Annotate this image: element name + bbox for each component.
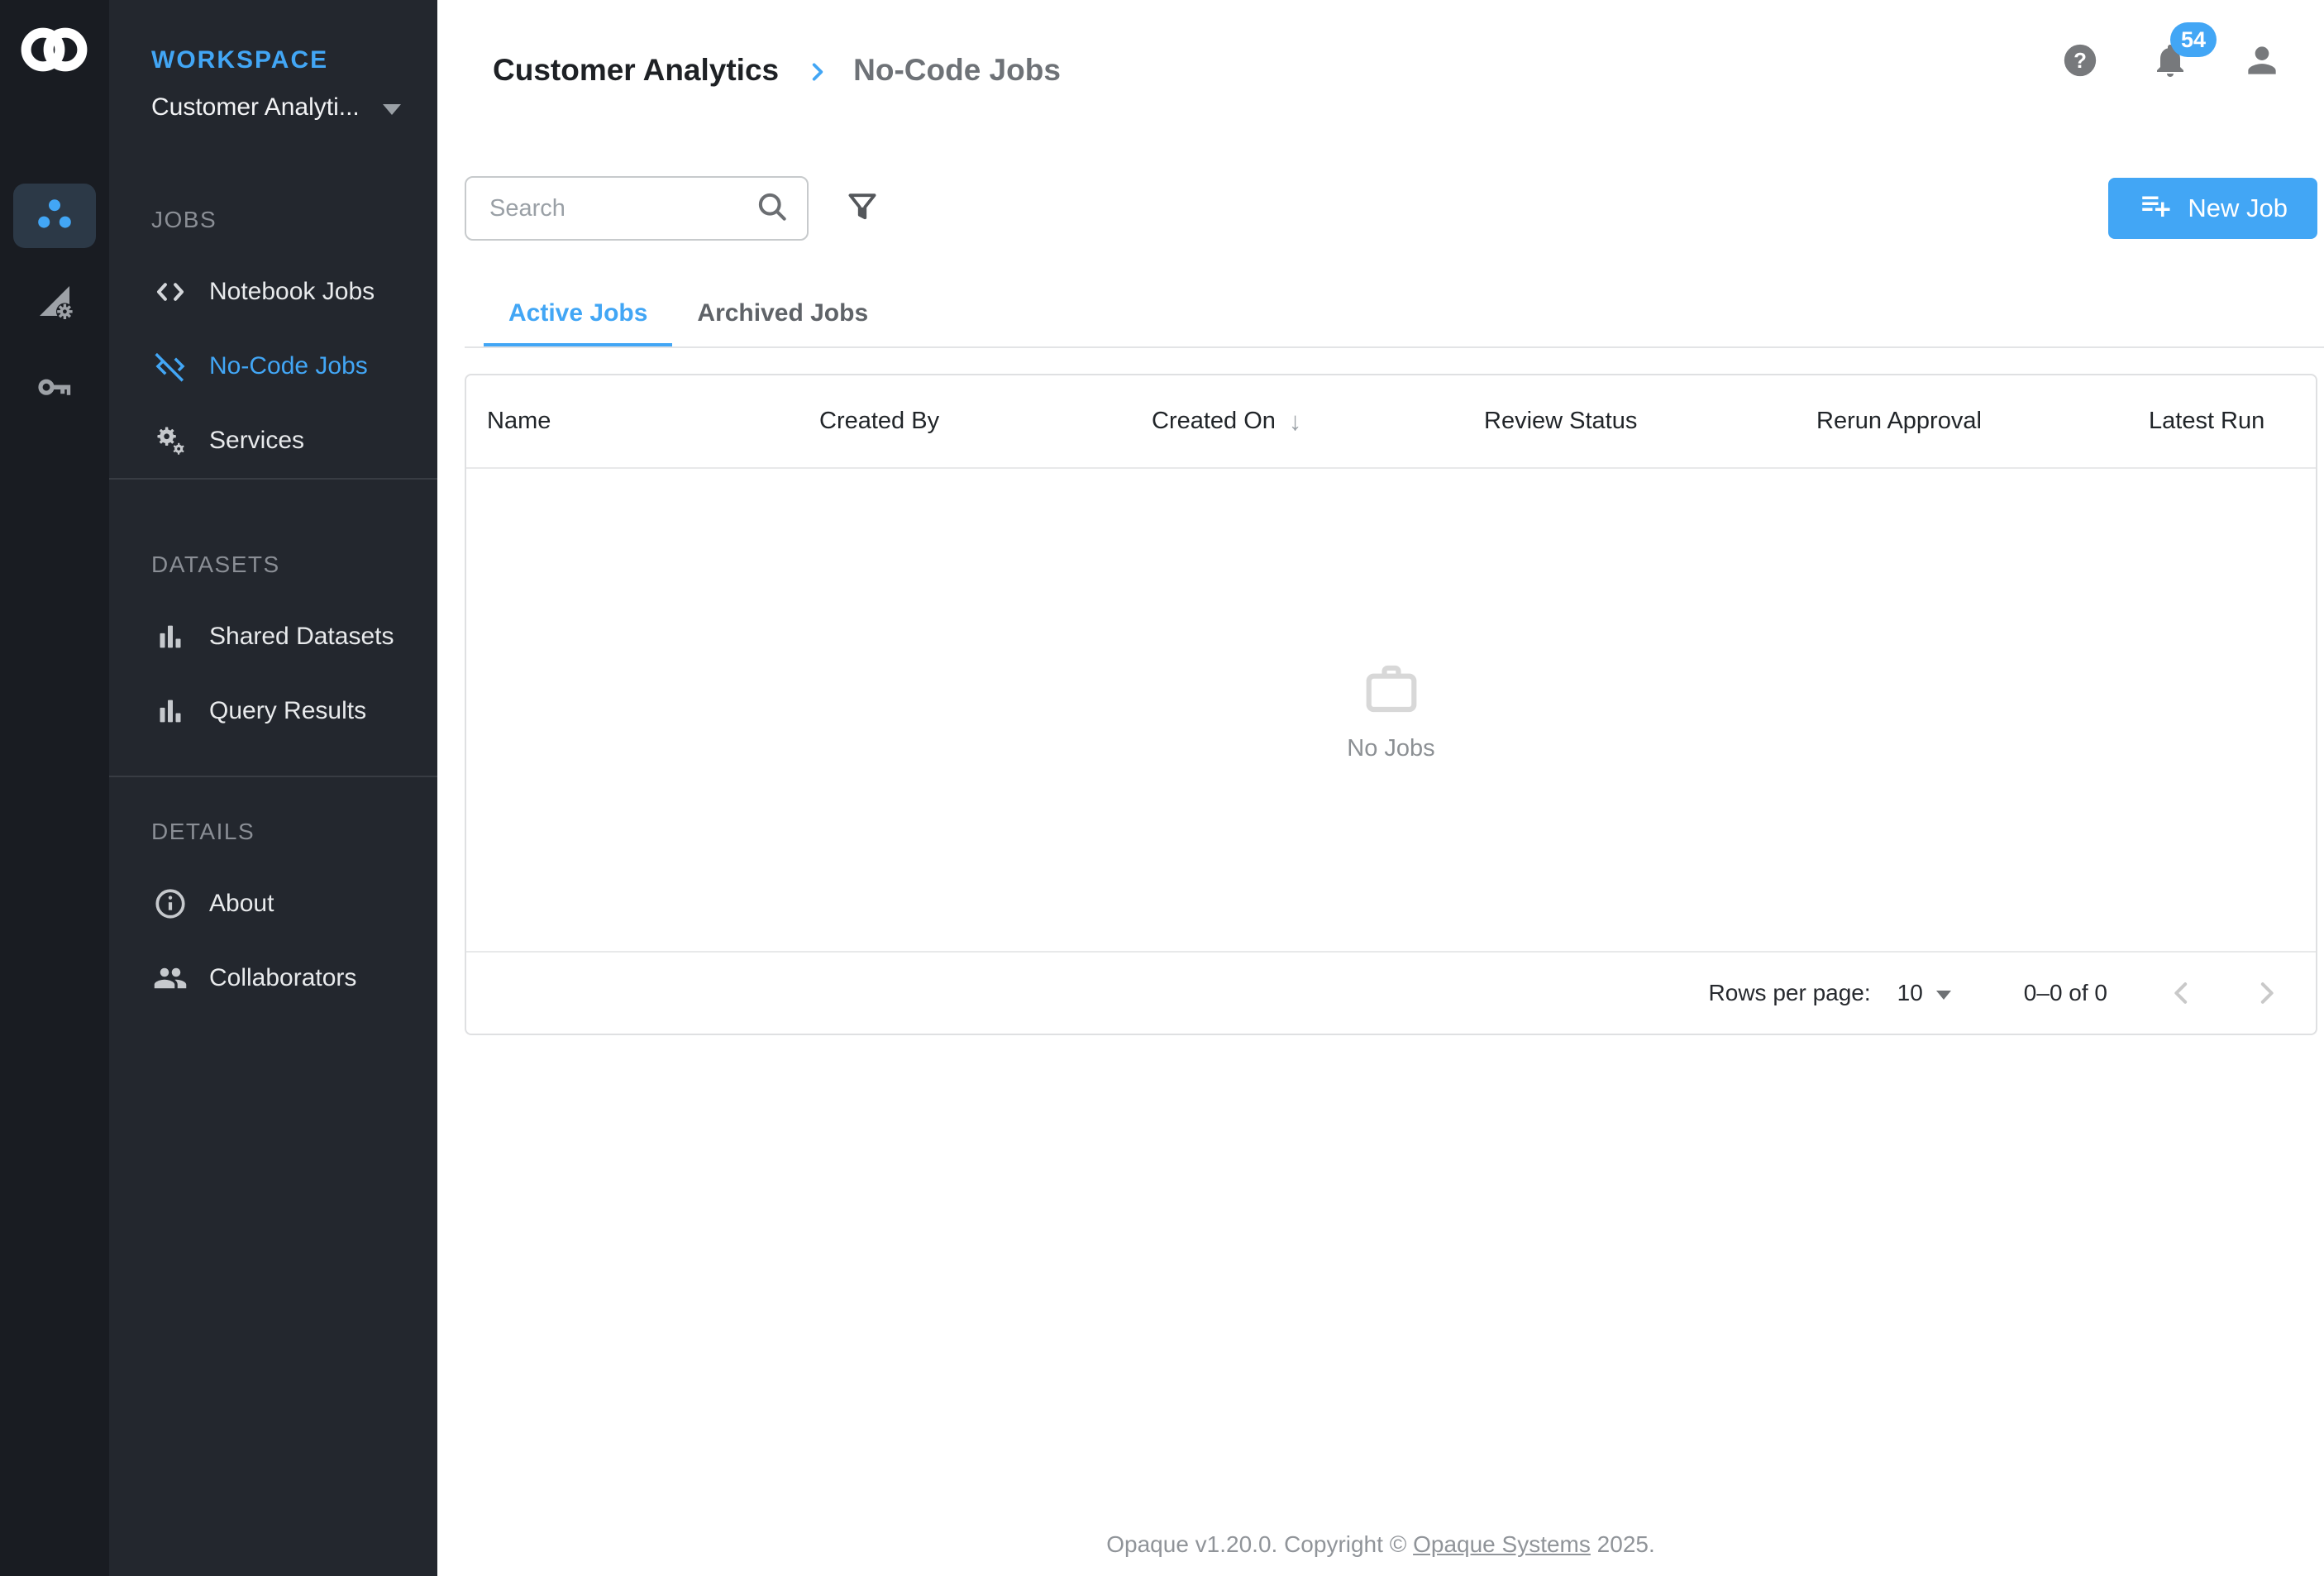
breadcrumb-workspace[interactable]: Customer Analytics (493, 53, 779, 88)
search-input[interactable] (489, 195, 754, 222)
help-icon: ? (2061, 41, 2099, 84)
tabs-divider (465, 346, 2324, 348)
main-content: Customer Analytics No-Code Jobs ? (437, 0, 2324, 1576)
workspaces-icon (35, 194, 74, 238)
notification-badge: 54 (2170, 22, 2217, 57)
jobs-table: Name Created By Created On ↓ Review Stat… (465, 374, 2317, 1035)
empty-state-text: No Jobs (1347, 735, 1434, 762)
section-title-jobs: JOBS (151, 207, 413, 236)
filter-button[interactable] (843, 188, 881, 230)
workspace-selector[interactable]: Customer Analyti... (151, 91, 413, 124)
table-header-row: Name Created By Created On ↓ Review Stat… (466, 375, 2316, 469)
top-right-actions: ? 54 (2061, 40, 2283, 85)
tab-active-jobs[interactable]: Active Jobs (484, 278, 672, 348)
network-settings-icon (35, 281, 74, 325)
chevron-down-icon (383, 104, 401, 115)
bar-chart-icon (151, 695, 189, 728)
sidebar-section-details: DETAILS About (109, 776, 437, 1015)
person-icon (2241, 40, 2283, 85)
footer-text: Opaque v1.20.0. Copyright © (1106, 1531, 1413, 1557)
breadcrumb: Customer Analytics No-Code Jobs (493, 53, 1061, 88)
sidebar-item-shared-datasets[interactable]: Shared Datasets (151, 599, 413, 674)
filter-icon (843, 188, 881, 230)
code-off-icon (151, 349, 189, 384)
sidebar-item-collaborators[interactable]: Collaborators (151, 941, 413, 1015)
search-icon[interactable] (754, 189, 790, 229)
sidebar-section-jobs: JOBS Notebook Jobs No-Code Jobs (109, 207, 437, 478)
code-icon (151, 275, 189, 309)
footer-year: 2025. (1591, 1531, 1655, 1557)
workspace-name: Customer Analyti... (151, 93, 360, 122)
rows-per-page-label: Rows per page: (1709, 980, 1871, 1006)
empty-state: No Jobs (466, 469, 2316, 951)
key-icon (35, 368, 74, 412)
briefcase-icon (1359, 658, 1424, 722)
chevron-down-icon (1936, 991, 1951, 1000)
section-title-details: DETAILS (151, 777, 413, 848)
column-header-latest-run[interactable]: Latest Run (2149, 408, 2316, 435)
sort-desc-icon: ↓ (1289, 407, 1302, 437)
app-window: WORKSPACE Customer Analyti... JOBS Noteb… (0, 0, 2324, 1576)
previous-page-button[interactable] (2165, 977, 2198, 1010)
sidebar-item-services[interactable]: Services (151, 404, 413, 478)
notifications-button[interactable]: 54 (2150, 41, 2190, 84)
pagination-bar: Rows per page: 10 0–0 of 0 (466, 951, 2316, 1034)
icon-rail (0, 0, 109, 1576)
breadcrumb-current-page: No-Code Jobs (853, 53, 1061, 88)
rail-item-network-settings[interactable] (13, 270, 96, 335)
pagination-range: 0–0 of 0 (2024, 980, 2107, 1006)
tab-archived-jobs[interactable]: Archived Jobs (672, 278, 893, 348)
opaque-logo (20, 17, 89, 83)
sidebar: WORKSPACE Customer Analyti... JOBS Noteb… (109, 0, 437, 1576)
footer: Opaque v1.20.0. Copyright © Opaque Syste… (437, 1531, 2324, 1558)
column-header-created-by[interactable]: Created By (819, 408, 1152, 435)
column-header-review-status[interactable]: Review Status (1484, 408, 1816, 435)
account-button[interactable] (2241, 40, 2283, 85)
footer-link[interactable]: Opaque Systems (1413, 1531, 1591, 1557)
rail-item-workspaces[interactable] (13, 184, 96, 248)
svg-text:?: ? (2073, 50, 2087, 73)
people-icon (151, 961, 189, 996)
sidebar-item-no-code-jobs[interactable]: No-Code Jobs (151, 329, 413, 404)
sidebar-item-about[interactable]: About (151, 867, 413, 941)
workspace-label: WORKSPACE (151, 46, 413, 74)
playlist-add-icon (2138, 188, 2173, 229)
sidebar-item-notebook-jobs[interactable]: Notebook Jobs (151, 255, 413, 329)
toolbar: New Job (465, 176, 2317, 241)
next-page-button[interactable] (2250, 977, 2283, 1010)
column-header-created-on[interactable]: Created On ↓ (1152, 407, 1484, 437)
new-job-button[interactable]: New Job (2108, 178, 2317, 239)
help-button[interactable]: ? (2061, 41, 2099, 84)
rows-per-page-select[interactable]: 10 (1897, 980, 1951, 1006)
bar-chart-icon (151, 620, 189, 653)
search-box (465, 176, 809, 241)
sidebar-item-query-results[interactable]: Query Results (151, 674, 413, 748)
tab-bar: Active Jobs Archived Jobs (484, 278, 893, 348)
column-header-rerun-approval[interactable]: Rerun Approval (1816, 408, 2149, 435)
column-header-name[interactable]: Name (487, 408, 819, 435)
info-icon (151, 886, 189, 921)
rail-item-keys[interactable] (13, 357, 96, 422)
services-icon (151, 423, 189, 458)
section-title-datasets: DATASETS (151, 480, 413, 581)
chevron-right-icon (804, 59, 830, 85)
sidebar-section-datasets: DATASETS Shared Datasets (109, 478, 437, 748)
